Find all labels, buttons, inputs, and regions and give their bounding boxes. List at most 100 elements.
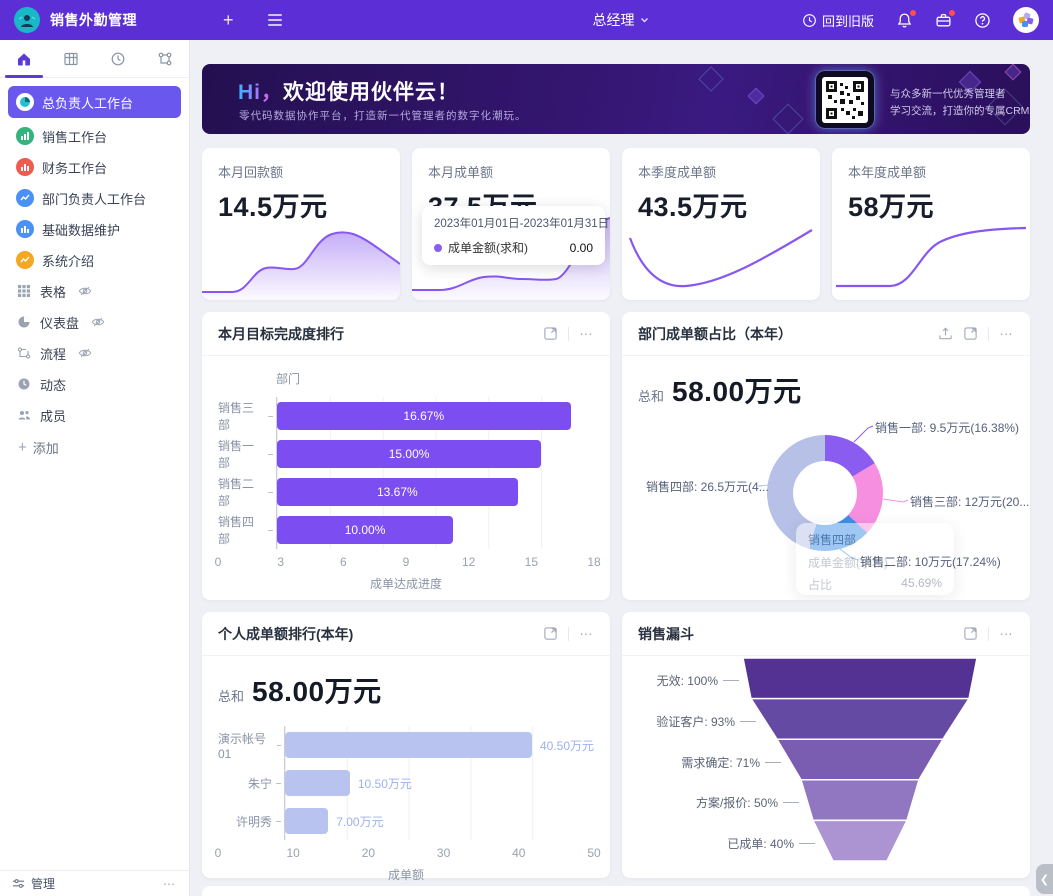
add-label: 添加 [33,438,59,457]
manage-more-button[interactable]: ⋯ [163,877,177,891]
banner-title: Hi，欢迎使用伙伴云！ [238,76,459,106]
chart-tooltip: 2023年01月01日-2023年01月31日 成单金额(求和) 0.00 [422,206,605,265]
card-sales-funnel: 销售漏斗 … 无效: 100%验证客户: 93%需求确定: 71%方案/报价: … [622,612,1030,878]
x-tick: 3 [277,555,284,569]
donut-label: 销售三部: 12万元(20.... [910,493,1030,510]
funnel-label: 验证客户: 93% [656,713,756,730]
category-label: 销售四部 [218,511,276,549]
collapse-panel-handle[interactable]: ❮ [1036,864,1053,894]
bar[interactable] [285,732,532,758]
chevron-down-icon [640,15,650,25]
download-icon[interactable] [938,326,953,341]
bar-value-label: 40.50万元 [540,737,594,754]
card-personal-deal-ranking: 个人成单额排行(本年) … 总和 58.00万元 演示帐号01朱宁许明秀 40.… [202,612,610,878]
funnel-label: 无效: 100% [657,672,739,689]
sidebar-item-finance-workbench[interactable]: 财务工作台 [8,153,181,181]
bar[interactable] [285,808,328,834]
hamburger-icon[interactable] [268,14,282,26]
more-icon[interactable]: … [579,630,594,637]
stat-card-year-deal: 本年度成单额 58万元 [832,148,1030,300]
x-tick: 18 [587,555,600,569]
bar-value-label: 13.67% [377,485,418,499]
sidebar-item-chief-workbench[interactable]: 总负责人工作台 [8,86,181,118]
help-button[interactable] [974,12,991,29]
app-title: 销售外勤管理 [50,10,137,30]
funnel-label: 需求确定: 71% [681,754,781,771]
bar[interactable]: 13.67% [277,478,518,506]
table-icon [63,51,79,67]
tab-tables[interactable] [47,40,94,77]
series-dot [434,244,442,252]
sparkline-area-chart [202,216,400,300]
role-dropdown[interactable]: 总经理 [593,10,650,30]
sidebar-item-sales-workbench[interactable]: 销售工作台 [8,122,181,150]
sidebar-item-members[interactable]: 成员 [8,401,181,429]
flow-icon [16,345,32,361]
sidebar-item-tables[interactable]: 表格 [8,277,181,305]
donut-chart: 销售一部: 9.5万元(16.38%) 销售三部: 12万元(20.... 销售… [622,356,1030,600]
personal-deal-bar-chart: 演示帐号01朱宁许明秀 40.50万元10.50万元7.00万元 0102030… [202,710,610,883]
sidebar-item-label: 成员 [40,406,66,425]
more-icon[interactable]: … [999,630,1014,637]
welcome-banner: Hi，欢迎使用伙伴云！ 零代码数据协作平台，打造新一代管理者的数字化潮玩。 与众… [202,64,1030,134]
tab-history[interactable] [95,40,142,77]
x-tick: 6 [340,555,347,569]
funnel-segment[interactable] [813,820,907,861]
clock-icon [110,51,126,67]
notifications-button[interactable] [896,12,913,29]
line-chart-icon [16,251,34,269]
manage-bar[interactable]: 管理 ⋯ [0,870,189,896]
x-tick: 40 [512,846,525,860]
sidebar-item-dept-manager-workbench[interactable]: 部门负责人工作台 [8,184,181,212]
funnel-segment[interactable] [801,780,919,821]
expand-icon[interactable] [963,326,978,341]
card-title: 个人成单额排行(本年) [218,624,353,644]
back-to-old-version-button[interactable]: 回到旧版 [802,11,874,30]
more-icon[interactable]: … [999,330,1014,337]
stat-card-monthly-deal: 本月成单额 37.5万元 2023年01月01日-2023年01月31日 成单金… [412,148,610,300]
clock-icon [16,376,32,392]
tab-workflow[interactable] [142,40,189,77]
x-tick: 30 [437,846,450,860]
add-app-button[interactable]: + [223,11,234,29]
app-logo[interactable] [14,7,40,33]
funnel-segment[interactable] [751,699,969,740]
bar[interactable]: 15.00% [277,440,541,468]
workbench-messages-button[interactable] [935,12,952,29]
funnel-segment[interactable] [743,658,977,699]
funnel-segment[interactable] [777,739,943,780]
y-axis-title: 部门 [276,370,594,387]
x-axis-label: 成单达成进度 [218,575,594,592]
x-tick: 0 [215,846,222,860]
expand-icon[interactable] [963,626,978,641]
sidebar-item-activity[interactable]: 动态 [8,370,181,398]
bar[interactable] [285,770,350,796]
tab-home[interactable] [0,40,47,77]
sidebar-item-label: 财务工作台 [42,158,107,177]
sidebar-item-dashboards[interactable]: 仪表盘 [8,308,181,336]
user-avatar[interactable] [1013,7,1039,33]
sidebar-item-base-data[interactable]: 基础数据维护 [8,215,181,243]
sidebar-add-button[interactable]: + 添加 [8,432,181,463]
bar[interactable]: 10.00% [277,516,453,544]
question-icon [974,12,991,29]
more-icon[interactable]: … [579,330,594,337]
sidebar-item-label: 销售工作台 [42,127,107,146]
bar-chart-icon [16,127,34,145]
history-icon [802,13,817,28]
tooltip-date-range: 2023年01月01日-2023年01月31日 [434,215,593,231]
sidebar-item-system-intro[interactable]: 系统介绍 [8,246,181,274]
expand-icon[interactable] [543,626,558,641]
main-content: Hi，欢迎使用伙伴云！ 零代码数据协作平台，打造新一代管理者的数字化潮玩。 与众… [190,40,1053,896]
stat-card-quarter-deal: 本季度成单额 43.5万元 [622,148,820,300]
expand-icon[interactable] [543,326,558,341]
funnel-label: 方案/报价: 50% [696,794,799,811]
stat-label: 本年度成单额 [832,148,1030,181]
funnel-chart: 无效: 100%验证客户: 93%需求确定: 71%方案/报价: 50%已成单:… [622,656,1030,878]
sparkline-line-chart [622,216,820,300]
bar-value-label: 7.00万元 [336,813,383,830]
category-label: 许明秀 [218,802,284,840]
bar[interactable]: 16.67% [277,402,571,430]
total-label: 总和 [218,686,244,705]
sidebar-item-workflows[interactable]: 流程 [8,339,181,367]
